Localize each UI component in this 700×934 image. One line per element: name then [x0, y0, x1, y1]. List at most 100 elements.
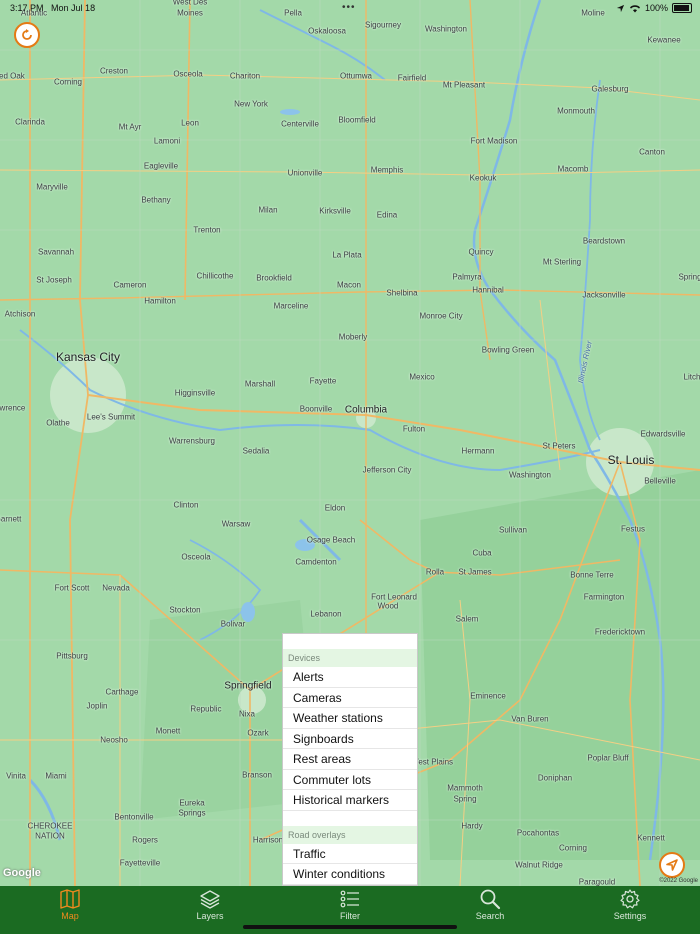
menu-item-commuter-lots[interactable]: Commuter lots	[283, 770, 417, 790]
menu-item-historical-markers[interactable]: Historical markers	[283, 790, 417, 811]
city-label: Leon	[181, 118, 199, 128]
tab-map[interactable]: Map	[0, 886, 140, 934]
city-label: La Plata	[332, 250, 362, 260]
city-label: Jefferson City	[362, 465, 412, 475]
city-label: Chillicothe	[196, 271, 234, 281]
city-label: Festus	[620, 524, 646, 534]
city-label: Marshall	[244, 379, 276, 389]
city-label: Edina	[376, 210, 398, 220]
city-label: Clarinda	[15, 117, 45, 127]
city-label: Sigourney	[364, 20, 402, 30]
tab-filter-label: Filter	[340, 911, 360, 921]
city-label: Monmouth	[557, 106, 595, 116]
menu-item-alerts[interactable]: Alerts	[283, 667, 417, 688]
city-label: Fredericktown	[594, 627, 646, 637]
city-label: Washington	[425, 24, 467, 34]
city-label: Carthage	[105, 687, 139, 697]
navigation-arrow-icon	[666, 859, 678, 871]
city-label: Belleville	[644, 476, 676, 486]
city-label: Republic	[190, 704, 222, 714]
city-label: Jacksonville	[582, 290, 626, 300]
city-label: Vinita	[6, 771, 26, 781]
city-label: Bowling Green	[481, 345, 535, 355]
menu-item-winter-conditions[interactable]: Winter conditions	[283, 864, 417, 885]
city-label: Ozark	[247, 728, 269, 738]
locate-button[interactable]	[659, 852, 685, 878]
city-label: Bolivar	[220, 619, 246, 629]
city-label: Kennett	[637, 833, 665, 843]
city-label: Fayette	[309, 376, 337, 386]
city-label: Lamoni	[153, 136, 181, 146]
city-label: Macon	[336, 280, 362, 290]
city-label: Palmyra	[452, 272, 482, 282]
city-label: Creston	[99, 66, 129, 76]
city-label: Lawrence	[0, 403, 26, 413]
city-label: Chariton	[229, 71, 261, 81]
city-label: Marceline	[273, 301, 309, 311]
layers-dropdown: Devices Alerts Cameras Weather stations …	[282, 633, 418, 886]
city-label: Spring	[453, 794, 477, 804]
menu-item-rest-areas[interactable]: Rest areas	[283, 749, 417, 770]
city-label: Cuba	[472, 548, 492, 558]
city-label: Oskaloosa	[308, 26, 346, 36]
city-label: Hamilton	[144, 296, 176, 306]
city-label: Rogers	[132, 835, 158, 845]
devices-list: Alerts Cameras Weather stations Signboar…	[283, 667, 417, 811]
city-label: Washington	[509, 470, 551, 480]
city-label: Memphis	[370, 165, 404, 175]
city-label: Paragould	[578, 877, 616, 887]
city-label: Pocahontas	[516, 828, 560, 838]
status-time-text: 3:17 PM	[10, 3, 44, 13]
city-label: Kansas City	[55, 350, 121, 364]
city-label: Beardstown	[582, 236, 626, 246]
city-label: Monett	[155, 726, 181, 736]
city-label: Kewanee	[647, 35, 681, 45]
section-header-devices: Devices	[283, 649, 417, 667]
city-label: Brookfield	[256, 273, 292, 283]
city-label: Trenton	[193, 225, 221, 235]
city-label: Mt Ayr	[118, 122, 142, 132]
menu-item-cameras[interactable]: Cameras	[283, 688, 417, 708]
tab-search-label: Search	[475, 911, 505, 921]
tab-settings[interactable]: Settings	[560, 886, 700, 934]
city-label: Litch	[683, 372, 700, 382]
city-label: Warrensburg	[169, 436, 215, 446]
city-label: Fort Leonard	[371, 592, 417, 602]
city-label: Garnett	[0, 514, 22, 524]
city-label: Salem	[455, 614, 479, 624]
city-label: Columbia	[344, 404, 388, 416]
city-label: St Peters	[542, 441, 576, 451]
city-label: Milan	[258, 205, 278, 215]
city-label: Osceola	[181, 552, 211, 562]
city-label: Macomb	[557, 164, 589, 174]
search-icon	[480, 889, 501, 910]
city-label: Bonne Terre	[570, 570, 614, 580]
location-arrow-icon	[616, 4, 625, 12]
city-label: Unionville	[287, 168, 323, 178]
menu-item-signboards[interactable]: Signboards	[283, 729, 417, 749]
menu-item-traffic[interactable]: Traffic	[283, 844, 417, 864]
city-label: Eagleville	[143, 161, 179, 171]
city-label: Clinton	[173, 500, 199, 510]
city-label: Mt Pleasant	[442, 80, 486, 90]
home-indicator[interactable]	[243, 925, 457, 929]
status-bar: 3:17 PM Mon Jul 18 ••• 100%	[0, 0, 700, 18]
city-label: Fayetteville	[119, 858, 161, 868]
city-label: Hannibal	[472, 285, 504, 295]
city-label: Atchison	[4, 309, 36, 319]
menu-item-weather-stations[interactable]: Weather stations	[283, 708, 417, 729]
city-label: Osage Beach	[306, 535, 356, 545]
refresh-button[interactable]	[14, 22, 40, 48]
map-icon	[60, 889, 80, 909]
city-label: Shelbina	[386, 288, 418, 298]
city-label: Wood	[377, 601, 399, 611]
multitask-dots[interactable]: •••	[342, 2, 356, 13]
tab-map-label: Map	[61, 911, 79, 921]
gear-icon	[620, 889, 640, 909]
city-label: Walnut Ridge	[515, 860, 563, 870]
city-label: St James	[458, 567, 492, 577]
city-label: Corning	[53, 77, 83, 87]
city-label: Warsaw	[221, 519, 251, 529]
city-label: CHEROKEE	[27, 821, 73, 831]
city-label: Eureka	[179, 798, 205, 808]
